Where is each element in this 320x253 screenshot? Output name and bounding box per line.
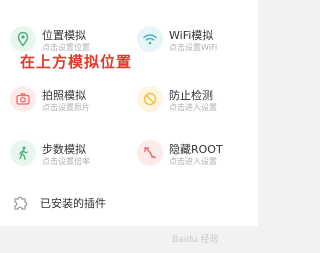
tile-title: 拍照模拟 <box>42 89 86 102</box>
wifi-icon <box>137 26 163 52</box>
camera-icon <box>10 86 36 112</box>
feature-grid: 位置模拟 点击设置位置 WiFi模拟 点击设置WiFi 拍照模拟 点击设置照片 … <box>0 0 258 176</box>
location-pin-icon <box>10 26 36 52</box>
puzzle-icon <box>12 193 30 211</box>
tile-subtitle: 点击设置WiFi <box>169 43 218 52</box>
tile-subtitle: 点击进入设置 <box>169 157 217 166</box>
installed-plugins-label: 已安装的插件 <box>40 197 106 210</box>
block-icon <box>137 86 163 112</box>
tile-subtitle: 点击设置照片 <box>42 103 90 112</box>
tile-title: 位置模拟 <box>42 29 86 42</box>
watermark: Baidu 经验 <box>172 235 219 245</box>
tile-subtitle: 点击进入设置 <box>169 103 217 112</box>
tile-subtitle: 点击设置倍率 <box>42 157 90 166</box>
tile-title: 防止检测 <box>169 89 213 102</box>
tile-title: 隐藏ROOT <box>169 143 223 156</box>
hide-root-icon <box>137 140 163 166</box>
overlay-caption: 在上方模拟位置 <box>20 53 133 71</box>
hide-root-tile[interactable]: 隐藏ROOT 点击进入设置 <box>133 132 258 172</box>
tile-title: WiFi模拟 <box>169 29 214 42</box>
walking-icon <box>10 140 36 166</box>
wifi-simulation-tile[interactable]: WiFi模拟 点击设置WiFi <box>133 18 258 58</box>
camera-simulation-tile[interactable]: 拍照模拟 点击设置照片 <box>6 78 131 118</box>
step-simulation-tile[interactable]: 步数模拟 点击设置倍率 <box>6 132 131 172</box>
installed-plugins-row[interactable]: 已安装的插件 <box>0 176 258 226</box>
tile-title: 步数模拟 <box>42 143 86 156</box>
anti-detection-tile[interactable]: 防止检测 点击进入设置 <box>133 78 258 118</box>
